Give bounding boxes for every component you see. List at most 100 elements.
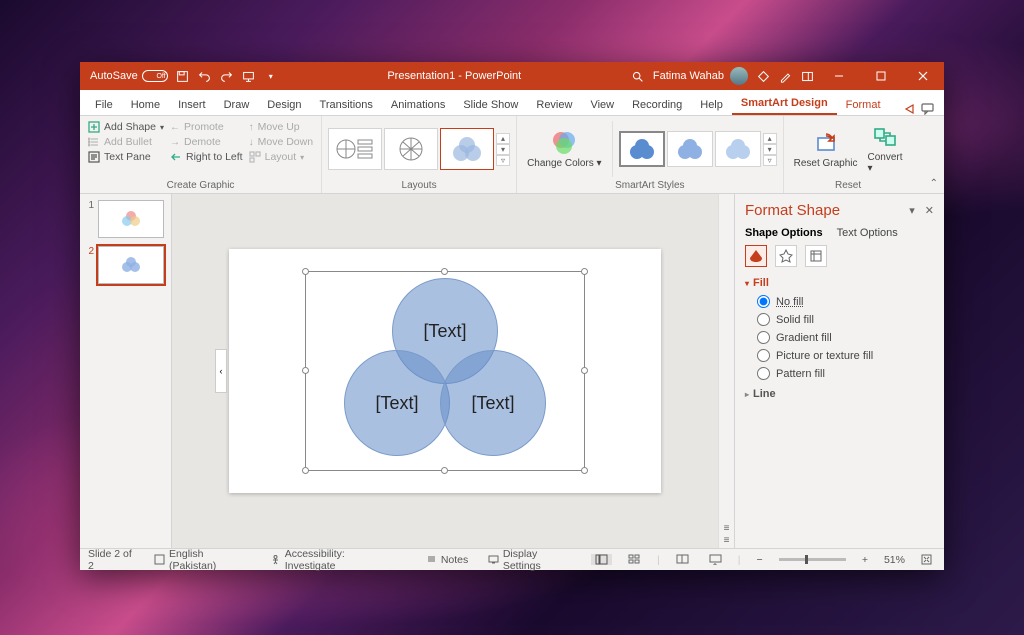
ribbon-mode-icon[interactable] [800, 69, 814, 83]
group-smartart-styles: Change Colors ▾ ▴ ▾ ▿ SmartArt Styles [517, 116, 784, 193]
tab-draw[interactable]: Draw [215, 95, 259, 115]
tab-animations[interactable]: Animations [382, 95, 454, 115]
slide-thumb-2[interactable] [98, 246, 164, 284]
slide-thumbnail-panel: 1 2 [80, 194, 172, 548]
tab-help[interactable]: Help [691, 95, 732, 115]
layouts-scroll-up[interactable]: ▴ [496, 133, 510, 144]
add-shape-button[interactable]: Add Shape ▾ [86, 120, 166, 134]
slide-counter[interactable]: Slide 2 of 2 [88, 548, 138, 572]
accessibility-button[interactable]: Accessibility: Investigate [266, 548, 398, 572]
reset-graphic-button[interactable]: Reset Graphic [790, 128, 862, 171]
shape-options-tab[interactable]: Shape Options [745, 227, 823, 239]
next-slide-icon[interactable]: ≡ [724, 535, 730, 546]
zoom-level[interactable]: 51% [884, 554, 905, 566]
language-button[interactable]: English (Pakistan) [150, 548, 254, 572]
styles-scroll-up[interactable]: ▴ [763, 133, 777, 144]
style-option-3[interactable] [715, 131, 761, 167]
user-account[interactable]: Fatima Wahab [653, 67, 748, 85]
diamond-icon[interactable] [756, 69, 770, 83]
qat-dropdown-icon[interactable]: ▾ [264, 69, 278, 83]
present-icon[interactable] [242, 69, 256, 83]
effects-icon[interactable] [775, 245, 797, 267]
view-slideshow-icon[interactable] [705, 554, 726, 565]
tab-slide-show[interactable]: Slide Show [454, 95, 527, 115]
tab-review[interactable]: Review [527, 95, 581, 115]
tab-transitions[interactable]: Transitions [311, 95, 382, 115]
tab-design[interactable]: Design [258, 95, 310, 115]
smartart-selection[interactable]: [Text] [Text] [Text] [305, 271, 585, 471]
notes-button[interactable]: Notes [422, 554, 472, 566]
convert-button[interactable]: Convert▾ [864, 122, 907, 176]
avatar [730, 67, 748, 85]
titlebar: AutoSave Off ▾ Presentation1 - PowerPoin… [80, 62, 944, 90]
size-props-icon[interactable] [805, 245, 827, 267]
group-create-graphic: Add Shape ▾ Add Bullet Text Pane ←Promot… [80, 116, 322, 193]
tab-smartart-design[interactable]: SmartArt Design [732, 93, 837, 115]
search-icon[interactable] [631, 69, 645, 83]
venn-circle-right[interactable]: [Text] [440, 350, 546, 456]
view-normal-icon[interactable] [591, 554, 612, 565]
zoom-in-button[interactable]: + [858, 554, 872, 566]
style-option-2[interactable] [667, 131, 713, 167]
tab-insert[interactable]: Insert [169, 95, 215, 115]
slide-canvas[interactable]: ‹ [Text] [Text] [Text] [229, 249, 661, 493]
venn-circle-left[interactable]: [Text] [344, 350, 450, 456]
layouts-scroll-down[interactable]: ▾ [496, 144, 510, 155]
change-colors-button[interactable]: Change Colors ▾ [523, 128, 606, 171]
tab-recording[interactable]: Recording [623, 95, 691, 115]
styles-scroll-down[interactable]: ▾ [763, 144, 777, 155]
fill-option-picture[interactable]: Picture or texture fill [757, 349, 934, 362]
autosave-toggle[interactable]: AutoSave Off [90, 70, 168, 82]
app-window: AutoSave Off ▾ Presentation1 - PowerPoin… [80, 62, 944, 570]
venn-text-right: [Text] [471, 393, 514, 414]
layout-option-3[interactable] [440, 128, 494, 170]
comments-icon[interactable] [920, 101, 934, 115]
layout-option-1[interactable] [328, 128, 382, 170]
text-pane-button[interactable]: Text Pane [86, 150, 166, 164]
display-settings-button[interactable]: Display Settings [484, 548, 579, 572]
share-icon[interactable] [902, 101, 916, 115]
slide-thumb-1[interactable] [98, 200, 164, 238]
pane-options-icon[interactable]: ▾ [909, 204, 915, 217]
save-icon[interactable] [176, 69, 190, 83]
layout-option-2[interactable] [384, 128, 438, 170]
slide-canvas-area[interactable]: ‹ [Text] [Text] [Text] [172, 194, 718, 548]
tab-home[interactable]: Home [122, 95, 169, 115]
fill-option-gradient[interactable]: Gradient fill [757, 331, 934, 344]
layouts-expand[interactable]: ▿ [496, 155, 510, 166]
fill-option-solid[interactable]: Solid fill [757, 313, 934, 326]
redo-icon[interactable] [220, 69, 234, 83]
pen-icon[interactable] [778, 69, 792, 83]
style-option-1[interactable] [619, 131, 665, 167]
tab-format[interactable]: Format [837, 95, 890, 115]
right-to-left-button[interactable]: Right to Left [168, 150, 245, 164]
undo-icon[interactable] [198, 69, 212, 83]
line-section-toggle[interactable]: ▸Line [745, 388, 934, 400]
fill-option-no-fill[interactable]: No fill [757, 295, 934, 308]
vertical-scrollbar[interactable]: ≡ ≡ [718, 194, 734, 548]
tab-view[interactable]: View [581, 95, 623, 115]
prev-slide-icon[interactable]: ≡ [724, 523, 730, 534]
group-label: SmartArt Styles [523, 178, 777, 193]
collapse-ribbon-icon[interactable]: ⌃ [930, 178, 938, 189]
zoom-out-button[interactable]: − [752, 554, 766, 566]
fill-line-icon[interactable] [745, 245, 767, 267]
styles-expand[interactable]: ▿ [763, 155, 777, 166]
close-button[interactable] [906, 62, 940, 90]
view-reading-icon[interactable] [672, 554, 693, 565]
workspace: 1 2 ‹ [Text] [80, 194, 944, 548]
group-label: Layouts [328, 178, 510, 193]
minimize-button[interactable] [822, 62, 856, 90]
add-bullet-button: Add Bullet [86, 135, 166, 149]
maximize-button[interactable] [864, 62, 898, 90]
text-options-tab[interactable]: Text Options [837, 227, 898, 239]
zoom-slider[interactable] [779, 558, 846, 561]
styles-gallery-nav: ▴ ▾ ▿ [763, 133, 777, 166]
fill-option-pattern[interactable]: Pattern fill [757, 367, 934, 380]
pane-close-icon[interactable]: ✕ [925, 204, 934, 217]
view-sorter-icon[interactable] [624, 554, 645, 565]
fit-to-window-icon[interactable] [917, 554, 936, 565]
fill-section-toggle[interactable]: ▾Fill [745, 277, 934, 289]
tab-file[interactable]: File [86, 95, 122, 115]
text-pane-toggle[interactable]: ‹ [215, 349, 227, 393]
